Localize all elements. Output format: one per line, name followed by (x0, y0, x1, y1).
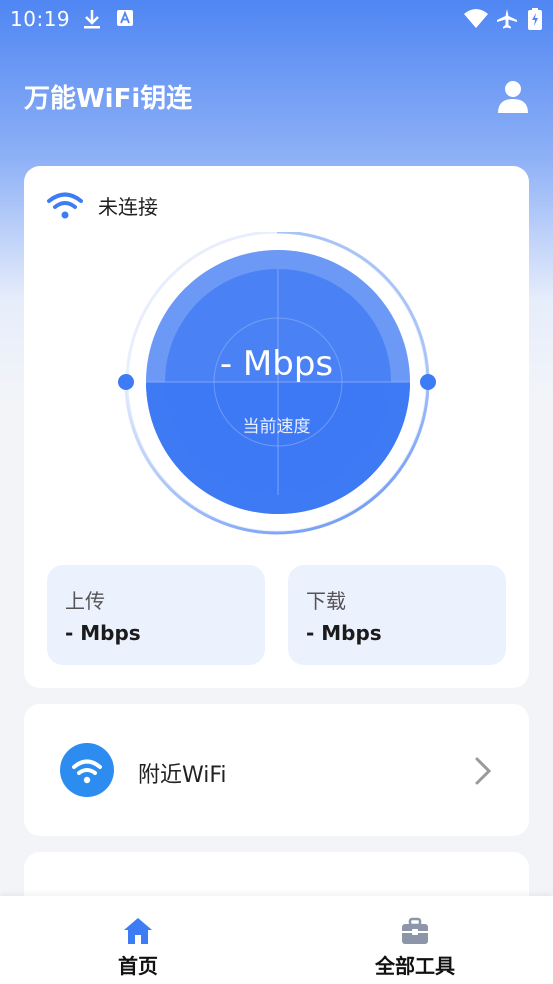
upload-value: - Mbps (65, 621, 141, 645)
download-value: - Mbps (306, 621, 382, 645)
status-bar: 10:19 (0, 0, 553, 38)
nav-label-tools: 全部工具 (375, 954, 455, 978)
nearby-wifi-label: 附近WiFi (138, 763, 227, 788)
home-icon (124, 918, 152, 944)
download-icon (84, 10, 100, 29)
nav-item-tools[interactable]: 全部工具 (335, 896, 495, 984)
connection-status: 未连接 (46, 190, 158, 220)
toolbox-icon (402, 917, 428, 944)
chevron-right-icon (475, 757, 492, 785)
nav-label-home: 首页 (118, 954, 158, 978)
download-stat: 下载 - Mbps (288, 565, 506, 665)
nearby-wifi-icon-bg (60, 743, 114, 797)
nearby-wifi-item[interactable]: 附近WiFi (24, 704, 529, 836)
connection-status-label: 未连接 (98, 194, 158, 219)
download-label: 下载 (306, 589, 346, 613)
speed-gauge (118, 232, 436, 535)
wifi-icon (47, 192, 83, 219)
speed-card: 未连接 - Mbps 当前速度 上传 - Mbps 下载 - Mbps (24, 166, 529, 688)
current-speed-caption: 当前速度 (242, 417, 311, 437)
bottom-nav: 首页 全部工具 (0, 896, 553, 984)
store-icon (117, 10, 133, 26)
status-time: 10:19 (10, 7, 71, 31)
battery-charging-icon (528, 8, 542, 30)
upload-label: 上传 (65, 589, 105, 613)
airplane-mode-icon (497, 9, 517, 29)
wifi-icon (72, 759, 102, 784)
user-icon[interactable] (495, 78, 531, 114)
current-speed-value: - Mbps (219, 344, 334, 384)
nav-item-home[interactable]: 首页 (58, 896, 218, 984)
wifi-signal-icon (464, 9, 488, 28)
upload-stat: 上传 - Mbps (47, 565, 265, 665)
app-title: 万能WiFi钥连 (24, 84, 193, 114)
